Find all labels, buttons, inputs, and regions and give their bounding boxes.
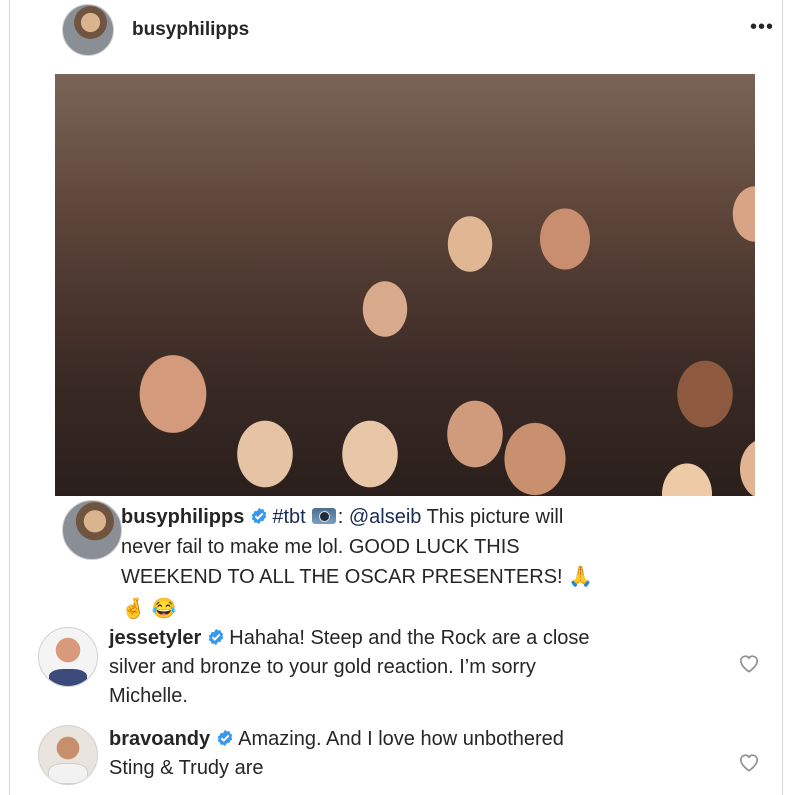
caption-username[interactable]: busyphilipps (121, 506, 244, 528)
verified-badge-icon (209, 628, 224, 646)
post-border-right (782, 0, 783, 795)
laughing-emoji-icon: 😂 (151, 598, 177, 620)
comment-username[interactable]: bravoandy (109, 728, 210, 750)
avatar[interactable] (62, 3, 114, 56)
caption-line-2: never fail to make me lol. GOOD LUCK THI… (121, 536, 520, 558)
caption (62, 500, 122, 560)
comment-text: bravoandy Amazing. And I love how unbothe… (109, 725, 564, 783)
heart-icon[interactable] (738, 752, 760, 772)
comment-line-3: Michelle. (109, 685, 188, 707)
hashtag-link[interactable]: #tbt (272, 506, 305, 528)
caption-line-1: This picture will (421, 506, 564, 528)
pray-emoji-icon: 🙏 (568, 566, 594, 588)
avatar[interactable] (38, 627, 98, 687)
comment-line-2: silver and bronze to your gold reaction.… (109, 656, 536, 678)
caption-line-3: WEEKEND TO ALL THE OSCAR PRESENTERS! (121, 566, 569, 588)
comment-line-1: Amazing. And I love how unbothered (238, 728, 564, 750)
comment-item (38, 725, 98, 785)
mention-prefix: : (337, 506, 349, 528)
caption-text: busyphilipps #tbt: @alseib This picture w… (121, 502, 593, 624)
comment-item (38, 627, 98, 687)
post-header: busyphilipps (62, 2, 752, 57)
avatar[interactable] (38, 725, 98, 785)
more-horizontal-icon[interactable]: ••• (750, 17, 774, 37)
comment-line-1: Hahaha! Steep and the Rock are a close (229, 627, 590, 649)
camera-icon (311, 508, 336, 524)
avatar[interactable] (62, 500, 122, 560)
verified-badge-icon (252, 507, 267, 525)
comment-line-2: Sting & Trudy are (109, 757, 264, 779)
post-author-username[interactable]: busyphilipps (132, 19, 249, 41)
comment-text: jessetyler Hahaha! Steep and the Rock are… (109, 624, 590, 711)
mention-link[interactable]: @alseib (349, 506, 422, 528)
post-border-left (9, 0, 10, 795)
verified-badge-icon (217, 729, 233, 747)
heart-icon[interactable] (738, 653, 760, 673)
post-photo[interactable] (55, 74, 755, 496)
crossed-fingers-emoji-icon: 🤞 (121, 598, 146, 620)
comment-username[interactable]: jessetyler (109, 627, 201, 649)
